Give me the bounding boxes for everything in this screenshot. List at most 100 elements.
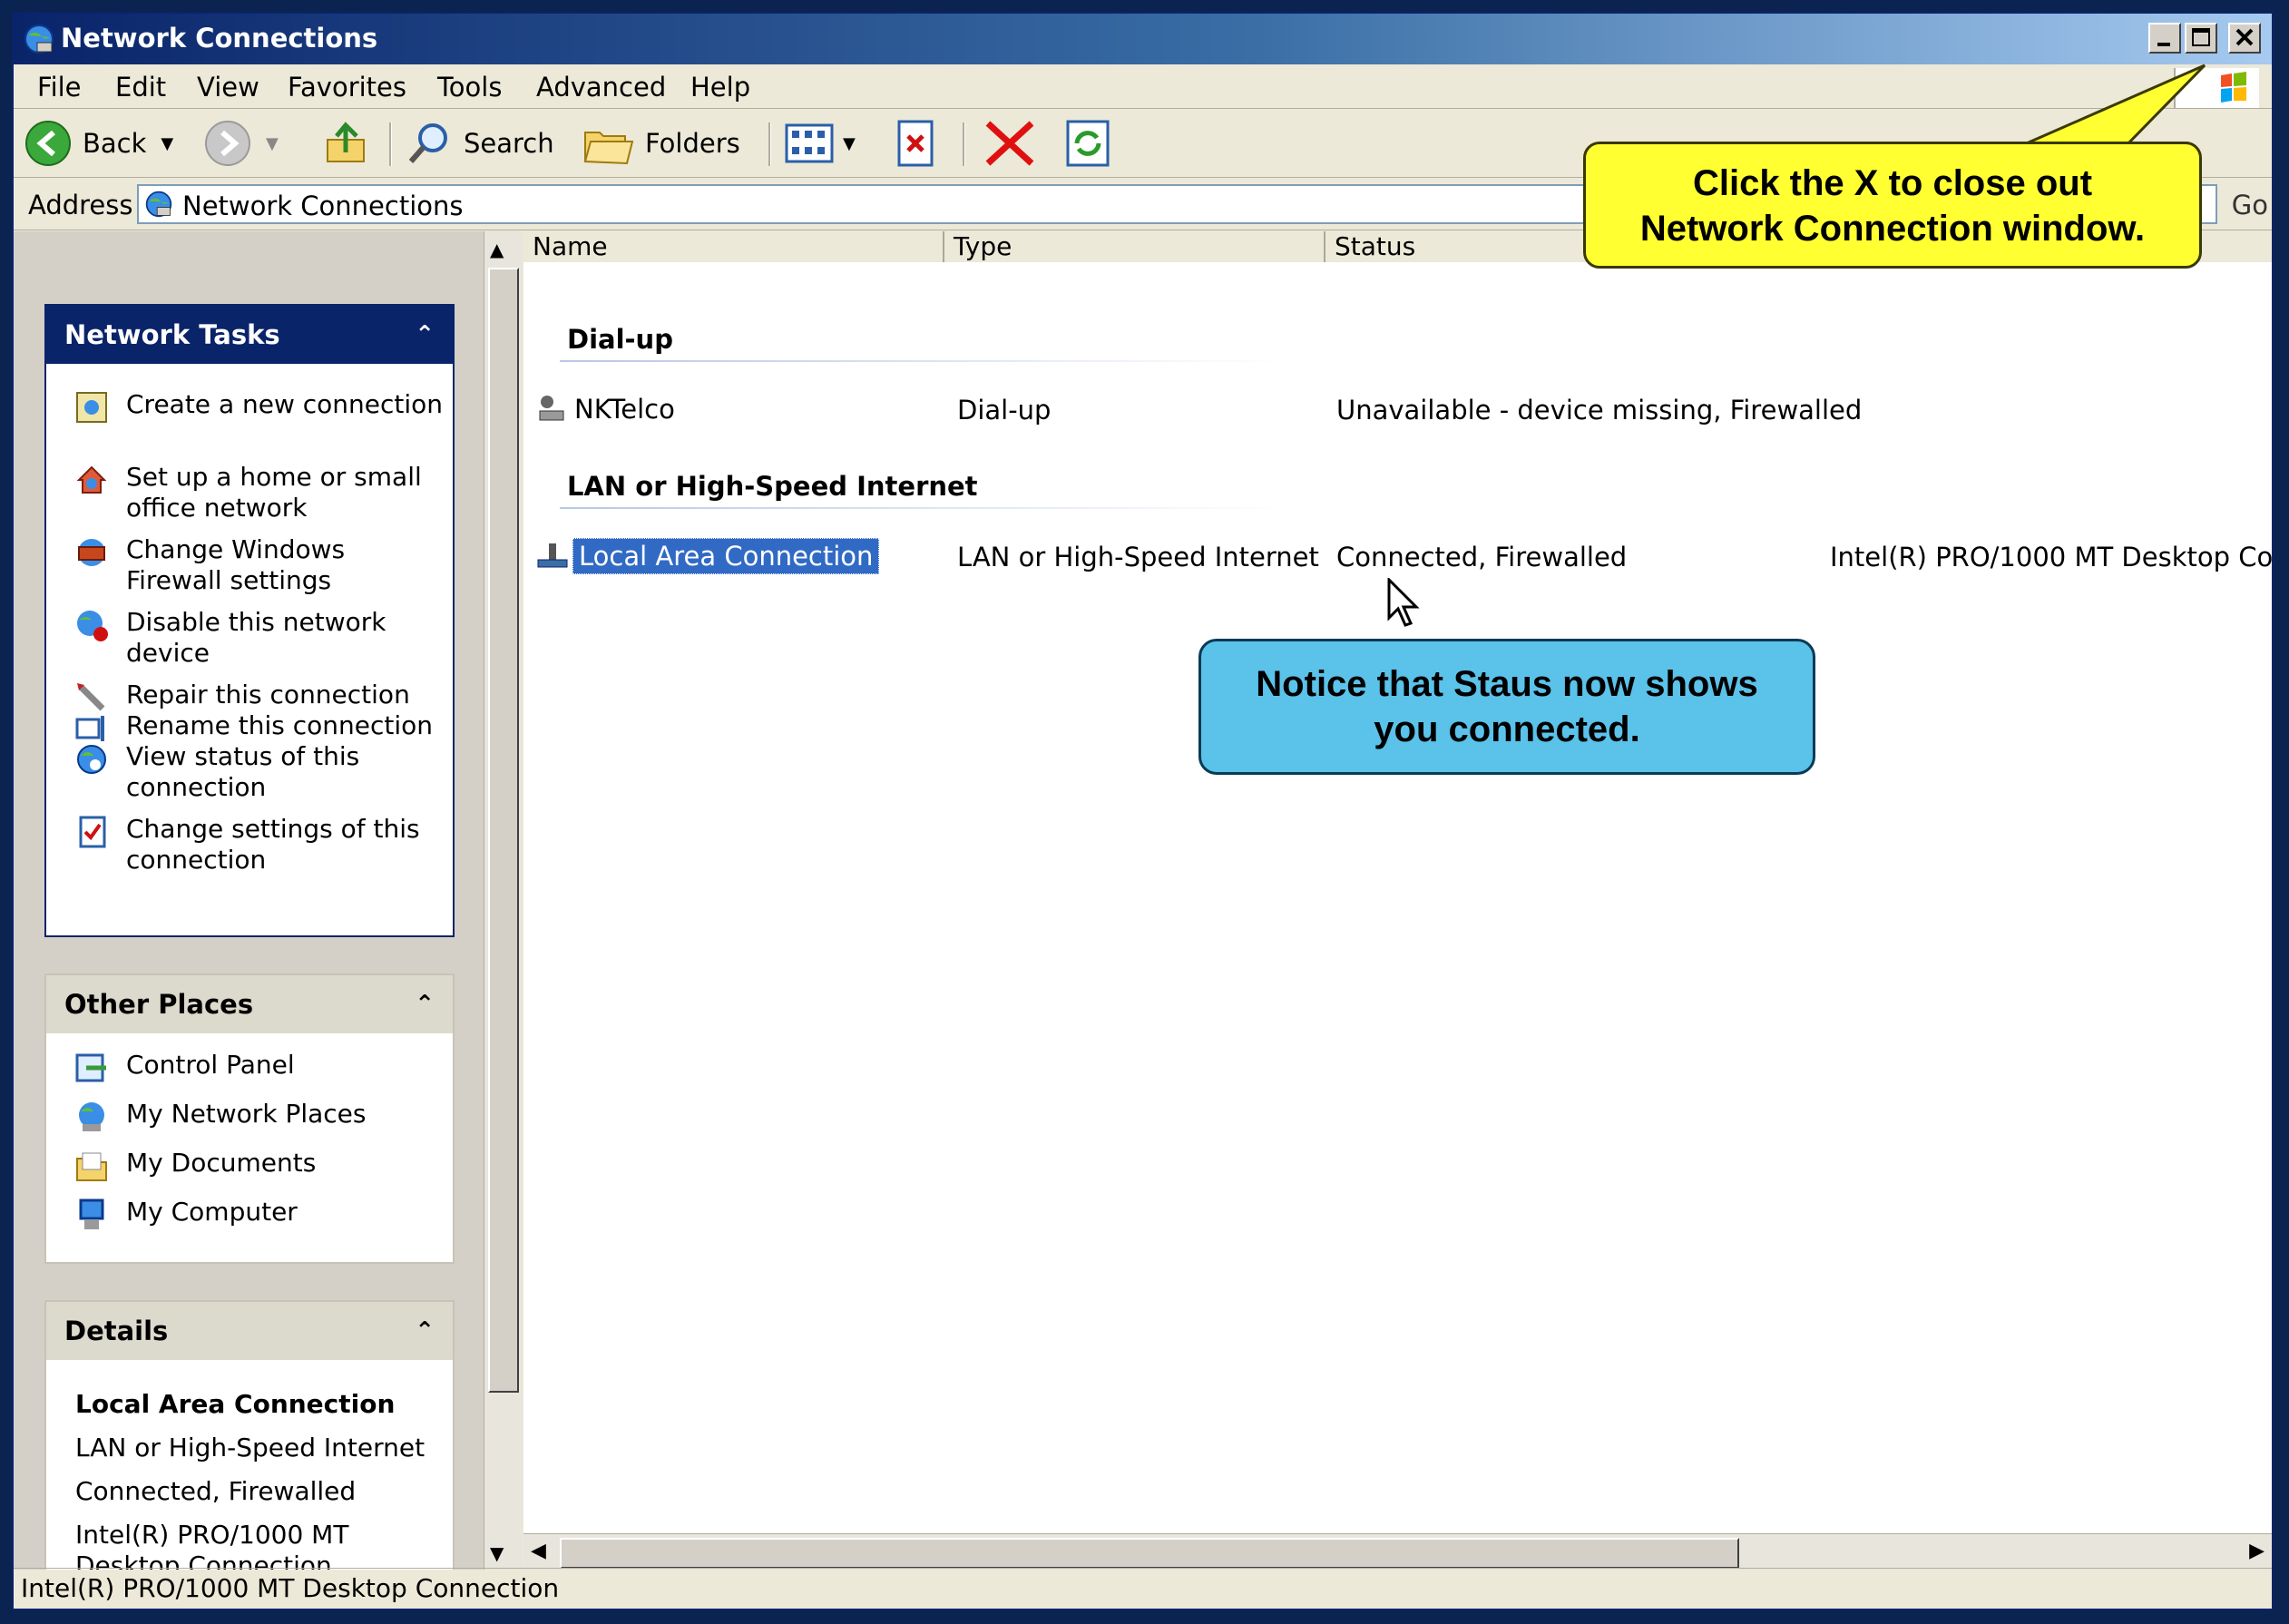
minimize-icon (2157, 43, 2170, 46)
folders-button[interactable]: Folders (582, 119, 740, 168)
status-icon (77, 745, 106, 774)
refresh-button[interactable] (1062, 119, 1113, 168)
other-places-title: Other Places (64, 989, 254, 1020)
scrollbar-thumb[interactable] (488, 268, 519, 1393)
views-button[interactable]: ▼ (783, 119, 856, 168)
toolbar-separator (963, 122, 965, 166)
row-name-selected: Local Area Connection (572, 538, 880, 574)
task-home-network[interactable]: Set up a home or small office network (73, 462, 445, 523)
status-callout: Notice that Staus now shows you connecte… (1198, 639, 1815, 775)
task-label: View status of this connection (126, 741, 360, 802)
details-connection-status: Connected, Firewalled (75, 1476, 357, 1506)
network-tasks-panel: Network Tasks ⌃ Create a new connection … (44, 304, 455, 937)
row-nktelco[interactable]: NKTelco (536, 393, 675, 426)
details-connection-type: LAN or High-Speed Internet (75, 1433, 426, 1463)
row-name: NKTelco (574, 394, 675, 425)
task-firewall-settings[interactable]: Change Windows Firewall settings (73, 534, 445, 596)
place-label: My Documents (126, 1148, 317, 1178)
address-value: Network Connections (182, 191, 464, 221)
place-my-documents[interactable]: My Documents (73, 1148, 445, 1184)
scroll-down-arrow-icon[interactable]: ▼ (490, 1542, 504, 1564)
group-dial-up: Dial-up (567, 324, 673, 355)
task-create-connection[interactable]: Create a new connection (73, 389, 445, 426)
new-connection-icon (76, 392, 107, 423)
place-label: Control Panel (126, 1050, 295, 1080)
documents-icon (76, 1152, 107, 1181)
task-label: Change Windows Firewall settings (126, 534, 346, 595)
search-icon (408, 123, 447, 163)
delete-button[interactable] (981, 119, 1039, 168)
scroll-left-arrow-icon[interactable]: ◀ (531, 1540, 546, 1562)
place-control-panel[interactable]: Control Panel (73, 1050, 445, 1086)
details-panel: Details ⌃ Local Area Connection LAN or H… (44, 1300, 455, 1570)
scroll-up-arrow-icon[interactable]: ▲ (490, 239, 504, 260)
task-disable-device[interactable]: Disable this network device (73, 607, 445, 669)
column-type[interactable]: Type (944, 231, 1325, 262)
row-local-area-connection[interactable]: Local Area Connection (536, 538, 880, 574)
callout-line: you connected. (1374, 709, 1640, 749)
network-tasks-header[interactable]: Network Tasks ⌃ (46, 306, 453, 364)
views-grid-icon (785, 123, 834, 163)
column-name[interactable]: Name (523, 231, 944, 262)
place-network-places[interactable]: My Network Places (73, 1099, 445, 1135)
computer-icon (79, 1198, 104, 1229)
go-button[interactable]: Go (2232, 190, 2268, 220)
group-divider (560, 360, 1286, 362)
task-pane-scrollbar[interactable]: ▲ ▼ (484, 231, 523, 1570)
back-label: Back (83, 128, 147, 159)
close-icon (2235, 28, 2254, 46)
task-view-status[interactable]: View status of this connection (73, 741, 445, 803)
up-folder-button[interactable] (322, 119, 373, 168)
collapse-chevron-icon[interactable]: ⌃ (415, 975, 435, 1033)
other-places-header[interactable]: Other Places ⌃ (46, 975, 453, 1033)
row-status: Unavailable - device missing, Firewalled (1336, 395, 1863, 426)
details-connection-name: Local Area Connection (75, 1389, 396, 1419)
up-folder-icon (327, 122, 365, 162)
menu-advanced[interactable]: Advanced (536, 73, 666, 102)
details-device-name-cont: Desktop Connection (75, 1551, 332, 1570)
disable-network-icon (77, 611, 108, 641)
red-x-icon (985, 121, 1034, 166)
horizontal-scrollbar[interactable]: ◀ ▶ (523, 1533, 2272, 1570)
back-button[interactable]: Back ▼ (23, 119, 173, 168)
control-panel-icon (75, 1053, 106, 1082)
menu-tools[interactable]: Tools (437, 73, 502, 102)
search-button[interactable]: Search (404, 119, 554, 168)
folders-label: Folders (645, 128, 740, 159)
menu-favorites[interactable]: Favorites (288, 73, 406, 102)
collapse-chevron-icon[interactable]: ⌃ (415, 306, 435, 364)
menu-edit[interactable]: Edit (115, 73, 166, 102)
collapse-chevron-icon[interactable]: ⌃ (415, 1302, 435, 1360)
task-label: Set up a home or small office network (126, 462, 422, 523)
forward-dropdown-icon[interactable]: ▼ (266, 134, 279, 153)
views-dropdown-icon[interactable]: ▼ (843, 134, 856, 153)
scrollbar-thumb[interactable] (560, 1538, 1739, 1569)
group-lan: LAN or High-Speed Internet (567, 471, 978, 502)
callout-line: Network Connection window. (1639, 209, 2146, 249)
close-button[interactable] (2228, 23, 2261, 54)
maximize-button[interactable] (2185, 23, 2217, 54)
firewall-icon (78, 539, 105, 566)
minimize-button[interactable] (2148, 23, 2181, 54)
network-places-icon (79, 1102, 104, 1131)
other-places-panel: Other Places ⌃ Control Panel My Network … (44, 973, 455, 1264)
forward-button[interactable]: ▼ (202, 119, 279, 168)
mouse-cursor-icon (1387, 578, 1420, 627)
callout-line: Click the X to close out (1692, 163, 2093, 203)
row-status: Connected, Firewalled (1336, 542, 1628, 572)
lan-connection-icon (537, 543, 568, 568)
close-window-callout: Click the X to close out Network Connect… (1583, 142, 2202, 269)
details-header[interactable]: Details ⌃ (46, 1302, 453, 1360)
scroll-right-arrow-icon[interactable]: ▶ (2249, 1540, 2265, 1562)
place-my-computer[interactable]: My Computer (73, 1197, 445, 1233)
window-title: Network Connections (61, 23, 378, 54)
back-dropdown-icon[interactable]: ▼ (161, 134, 173, 153)
menu-help[interactable]: Help (690, 73, 750, 102)
menu-view[interactable]: View (197, 73, 259, 102)
dial-up-connection-icon (539, 396, 564, 421)
task-label: Create a new connection (126, 389, 444, 419)
network-globe-icon (24, 24, 54, 54)
task-change-settings[interactable]: Change settings of this connection (73, 814, 445, 876)
delete-connection-button[interactable] (890, 119, 941, 168)
menu-file[interactable]: File (37, 73, 82, 102)
